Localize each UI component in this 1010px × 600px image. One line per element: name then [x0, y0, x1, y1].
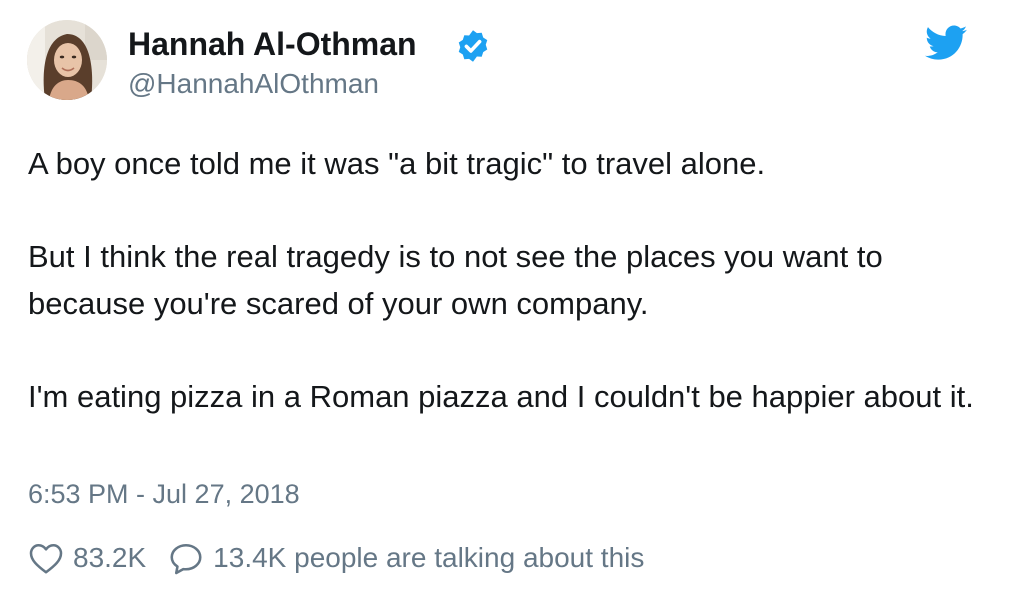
tweet-paragraph: But I think the real tragedy is to not s…: [28, 239, 883, 321]
speech-bubble-icon: [170, 543, 202, 575]
like-button[interactable]: 83.2K: [28, 541, 168, 575]
tweet-paragraph: I'm eating pizza in a Roman piazza and I…: [28, 379, 974, 414]
tweet-paragraph: A boy once told me it was "a bit tragic"…: [28, 146, 766, 181]
author-handle[interactable]: @HannahAlOthman: [128, 66, 379, 102]
reply-button[interactable]: 13.4K people are talking about this: [168, 541, 644, 575]
conversation-count: 13.4K people are talking about this: [213, 542, 645, 573]
author-display-name[interactable]: Hannah Al-Othman: [128, 24, 417, 64]
heart-icon: [29, 543, 63, 574]
verified-badge-icon: [458, 30, 488, 62]
profile-photo-icon: [27, 20, 107, 100]
twitter-bird-icon[interactable]: [925, 24, 967, 62]
tweet-text: A boy once told me it was "a bit tragic"…: [28, 140, 988, 420]
tweet-card: Hannah Al-Othman @HannahAlOthman A boy o…: [0, 0, 1010, 600]
tweet-timestamp[interactable]: 6:53 PM - Jul 27, 2018: [28, 476, 300, 512]
tweet-actions: 83.2K 13.4K people are talking about thi…: [28, 536, 644, 580]
avatar[interactable]: [27, 20, 107, 100]
like-count: 83.2K: [73, 542, 147, 573]
